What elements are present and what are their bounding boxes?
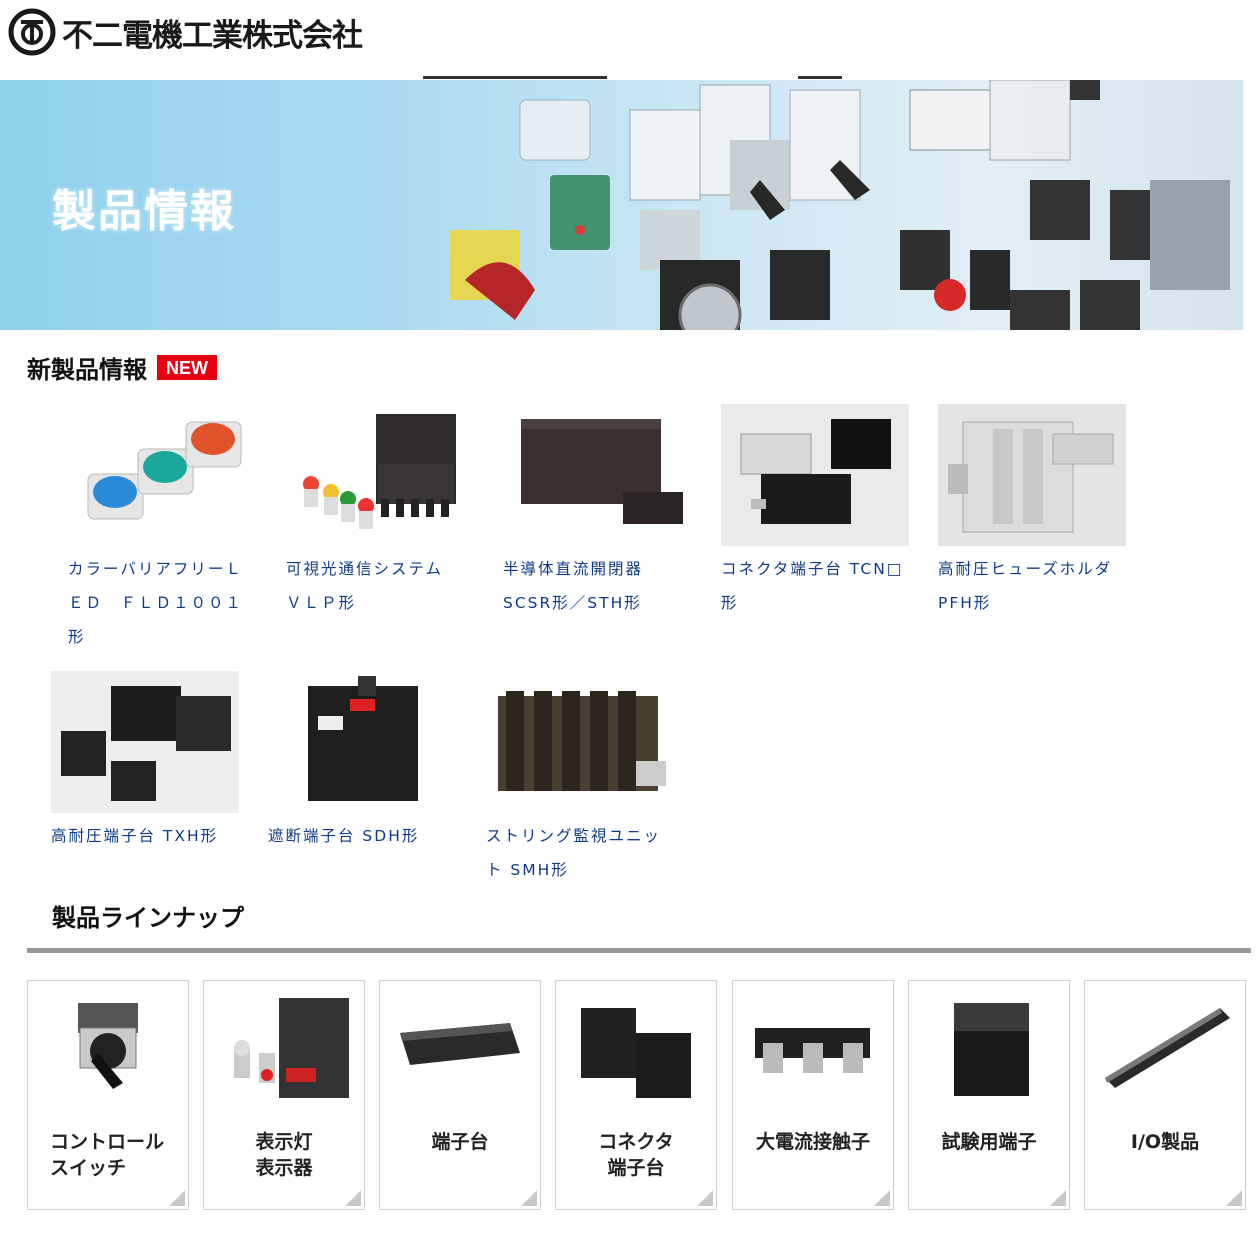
terminal-block-image [400, 1023, 520, 1065]
lineup-card-terminal-block[interactable]: 端子台 [379, 980, 541, 1210]
high-current-contact-image [755, 1028, 870, 1073]
product-image [268, 671, 456, 813]
product-name[interactable]: ストリング監視ユニット SMH形 [486, 819, 674, 887]
control-switch-image [78, 1003, 138, 1089]
lineup-card-label: 大電流接触子 [755, 1131, 870, 1153]
site-header: 不二電機工業株式会社 [0, 0, 1258, 79]
new-products-heading: 新製品情報 NEW [27, 350, 217, 385]
corner-arrow-icon [697, 1190, 713, 1206]
corner-arrow-icon [1226, 1190, 1242, 1206]
product-image [721, 404, 909, 546]
lineup-card-high-current-contact[interactable]: 大電流接触子 [732, 980, 894, 1210]
company-logo[interactable]: 不二電機工業株式会社 [8, 8, 363, 56]
lineup-card-test-terminal[interactable]: 試験用端子 [908, 980, 1070, 1210]
hero-banner: 製品情報 [0, 80, 1243, 330]
io-products-image [1105, 1008, 1230, 1088]
company-logo-mark-icon [8, 8, 56, 56]
nav-indicator [423, 76, 607, 79]
product-card[interactable]: 高耐圧端子台 TXH形 [51, 671, 239, 853]
product-name[interactable]: コネクタ端子台 TCN□形 [721, 552, 909, 620]
corner-arrow-icon [1050, 1190, 1066, 1206]
lineup-card-io-products[interactable]: I/O製品 [1084, 980, 1246, 1210]
nav-indicator [798, 76, 842, 79]
lineup-card-label: I/O製品 [1130, 1131, 1200, 1153]
corner-arrow-icon [345, 1190, 361, 1206]
lineup-title: 製品ラインナップ [52, 904, 244, 932]
product-name[interactable]: 遮断端子台 SDH形 [268, 819, 456, 853]
hero-products-image [450, 80, 1230, 330]
product-name[interactable]: カラーバリアフリーＬＥＤ ＦＬＤ１００１形 [68, 552, 256, 654]
test-terminal-image [954, 1003, 1029, 1096]
product-name[interactable]: 可視光通信システム ＶＬＰ形 [286, 552, 474, 620]
lineup-card-label: 端子台 [431, 1131, 489, 1153]
product-image [68, 404, 256, 546]
company-name: 不二電機工業株式会社 [62, 17, 363, 54]
product-card[interactable]: コネクタ端子台 TCN□形 [721, 404, 909, 620]
indicator-image [234, 998, 349, 1098]
product-name[interactable]: 半導体直流開閉器SCSR形／STH形 [503, 552, 691, 620]
corner-arrow-icon [521, 1190, 537, 1206]
product-image [938, 404, 1126, 546]
product-card[interactable]: 遮断端子台 SDH形 [268, 671, 456, 853]
lineup-divider [27, 948, 1251, 953]
product-image [286, 404, 474, 546]
lineup-card-control-switch[interactable]: コントロール スイッチ [27, 980, 189, 1210]
product-image [486, 671, 674, 813]
new-badge: NEW [157, 355, 217, 380]
product-card[interactable]: 半導体直流開閉器SCSR形／STH形 [503, 404, 691, 620]
product-image [503, 404, 691, 546]
corner-arrow-icon [874, 1190, 890, 1206]
product-card[interactable]: 可視光通信システム ＶＬＰ形 [286, 404, 474, 620]
corner-arrow-icon [169, 1190, 185, 1206]
lineup-card-label: 試験用端子 [941, 1131, 1037, 1153]
lineup-card-indicator[interactable]: 表示灯 表示器 [203, 980, 365, 1210]
lineup-card-label: コントロール スイッチ [50, 1131, 165, 1179]
lineup-card-label: コネクタ 端子台 [598, 1131, 674, 1179]
product-image [51, 671, 239, 813]
product-card[interactable]: カラーバリアフリーＬＥＤ ＦＬＤ１００１形 [68, 404, 256, 654]
product-card[interactable]: ストリング監視ユニット SMH形 [486, 671, 674, 887]
product-name[interactable]: 高耐圧ヒューズホルダPFH形 [938, 552, 1126, 620]
hero-title: 製品情報 [52, 186, 236, 237]
lineup-card-label: 表示灯 表示器 [255, 1131, 313, 1179]
lineup-card-connector-terminal[interactable]: コネクタ 端子台 [555, 980, 717, 1210]
product-card[interactable]: 高耐圧ヒューズホルダPFH形 [938, 404, 1126, 620]
connector-terminal-image [581, 1008, 691, 1098]
product-name[interactable]: 高耐圧端子台 TXH形 [51, 819, 239, 853]
new-products-title: 新製品情報 [27, 356, 147, 384]
